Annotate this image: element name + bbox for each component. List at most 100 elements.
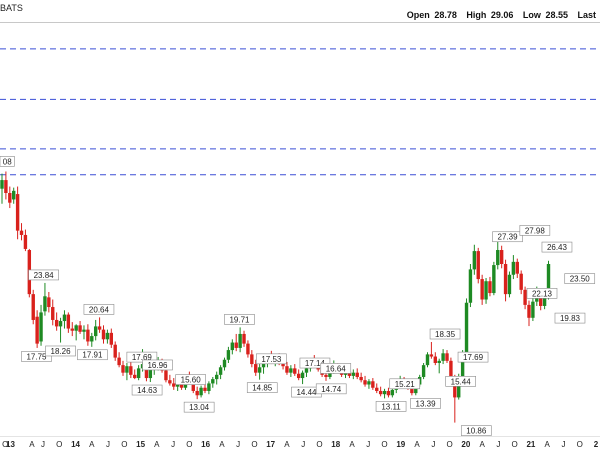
ohlc-readout: Open 28.78 High 29.06 Low 28.55 Last xyxy=(405,10,596,20)
x-tick-label: A xyxy=(29,440,35,449)
x-tick-label: A xyxy=(154,440,160,449)
x-tick-label: O xyxy=(446,440,452,449)
candle-body xyxy=(324,374,328,377)
price-annotation: 13.39 xyxy=(410,398,441,409)
candle-body xyxy=(97,326,102,330)
annotation-label: 17.75 xyxy=(26,352,47,361)
candle-body xyxy=(39,312,43,342)
candle-body xyxy=(359,376,363,381)
candle-body xyxy=(8,192,12,203)
candle-body xyxy=(468,269,473,303)
candle-body xyxy=(129,366,133,375)
candle-body xyxy=(527,304,531,318)
price-annotation: 22.13 xyxy=(526,288,558,299)
price-annotation: 14.85 xyxy=(246,382,278,393)
candle-body xyxy=(254,364,258,373)
price-annotation: 14.74 xyxy=(315,383,347,395)
price-annotation: 20.64 xyxy=(83,304,115,315)
price-annotation: 17.53 xyxy=(256,353,287,365)
candle-body xyxy=(203,387,207,391)
candle-body xyxy=(222,359,227,368)
candle-body xyxy=(125,366,129,373)
low-value: 28.55 xyxy=(545,10,568,20)
price-annotation: 17.91 xyxy=(77,349,108,361)
candle-body xyxy=(433,356,438,363)
candle-body xyxy=(121,365,125,373)
candle-body xyxy=(519,273,523,290)
candle-body xyxy=(503,264,508,295)
x-tick-label: 18 xyxy=(331,440,340,449)
annotation-label: 17.53 xyxy=(261,355,282,364)
x-tick-label: J xyxy=(106,440,110,449)
x-tick-label: A xyxy=(89,440,95,449)
annotation-label: 22.13 xyxy=(532,289,553,298)
candle-body xyxy=(214,374,219,380)
candle-body xyxy=(109,332,114,345)
x-tick-label: A xyxy=(349,440,355,449)
candle-body xyxy=(226,350,231,360)
candle-body xyxy=(82,329,86,332)
candle-body xyxy=(250,354,254,365)
candle-body xyxy=(58,321,63,327)
candle-body xyxy=(371,381,375,388)
x-tick-label: 19 xyxy=(396,440,405,449)
x-tick-label: O xyxy=(121,440,127,449)
candle-body xyxy=(230,342,235,351)
candle-body xyxy=(445,353,449,361)
annotation-label: 15.44 xyxy=(451,377,472,386)
price-annotation: 14.63 xyxy=(131,384,163,396)
annotation-label: 16.96 xyxy=(147,361,168,370)
candle-body xyxy=(51,307,55,320)
annotation-label: 14.85 xyxy=(252,384,273,393)
annotation-label: 17.69 xyxy=(463,353,484,362)
annotation-label: 23.50 xyxy=(570,275,591,284)
x-tick-label: O xyxy=(381,440,387,449)
annotation-label: 14.44 xyxy=(296,388,317,397)
candle-body xyxy=(386,390,391,396)
x-tick-label: 16 xyxy=(201,440,210,449)
candle-body xyxy=(105,332,110,340)
quote-header: BATS Open 28.78 High 29.06 Low 28.55 Las… xyxy=(0,0,600,23)
open-label: Open xyxy=(406,10,430,20)
candle-body xyxy=(15,194,20,231)
x-tick-label: J xyxy=(561,440,565,449)
candle-body xyxy=(367,381,371,385)
candle-body xyxy=(172,383,176,387)
candle-body xyxy=(0,180,4,189)
candle-body xyxy=(289,368,293,373)
annotation-label: 20.64 xyxy=(89,305,110,314)
x-tick-label: O xyxy=(56,440,62,449)
x-tick-label: O xyxy=(316,440,322,449)
candle-body xyxy=(507,274,512,295)
price-annotation: 18.35 xyxy=(429,328,461,340)
candle-body xyxy=(164,370,168,381)
annotation-label: 17.91 xyxy=(82,351,103,360)
x-tick-label: A xyxy=(414,440,420,449)
price-annotation: 18.26 xyxy=(45,345,76,357)
candle-body xyxy=(101,329,106,340)
price-annotation: 19.71 xyxy=(224,314,255,325)
candle-body xyxy=(472,251,477,270)
price-annotation: 15.60 xyxy=(175,374,206,385)
x-tick-label: 20 xyxy=(461,440,470,449)
candle-body xyxy=(31,294,35,320)
price-annotation: 13.11 xyxy=(375,401,407,412)
annotation-label: 23.84 xyxy=(34,271,55,280)
x-tick-label: A xyxy=(479,440,485,449)
annotation-label: 14.63 xyxy=(137,386,158,395)
annotation-label: 18.26 xyxy=(51,347,72,356)
candle-body xyxy=(355,372,359,377)
annotation-label: 14.74 xyxy=(321,385,342,394)
annotation-label: 19.83 xyxy=(560,314,581,323)
annotation-label: 10.86 xyxy=(466,427,487,436)
open-value: 28.78 xyxy=(434,10,457,20)
candle-body xyxy=(390,389,395,396)
annotation-label: 15.21 xyxy=(395,380,416,389)
candle-body xyxy=(363,380,367,385)
candle-body xyxy=(62,314,67,322)
candle-body xyxy=(238,333,242,348)
x-tick-label: A xyxy=(284,440,290,449)
x-tick-label: J xyxy=(431,440,435,449)
candle-body xyxy=(74,325,78,331)
candle-body xyxy=(492,265,496,294)
